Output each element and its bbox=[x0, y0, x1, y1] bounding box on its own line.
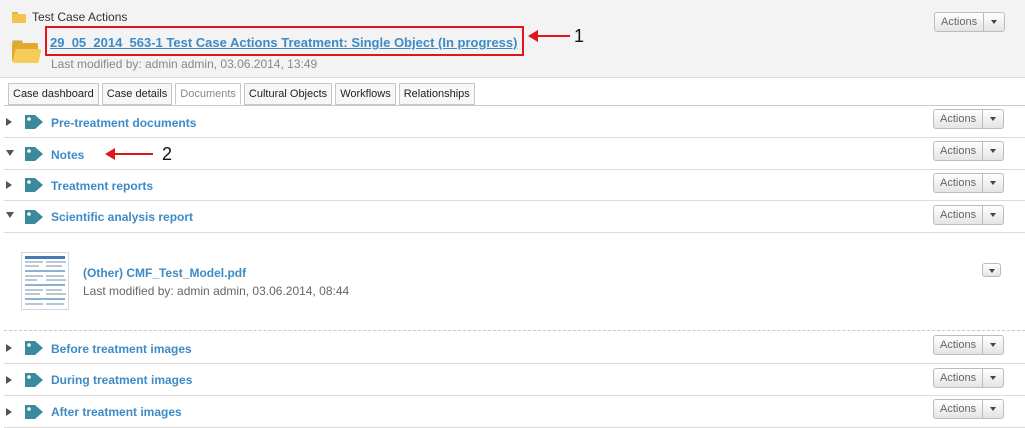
section-actions-button[interactable]: Actions bbox=[933, 173, 1005, 193]
case-title-link[interactable]: 29_05_2014_563-1 Test Case Actions Treat… bbox=[50, 35, 517, 50]
dropdown-caret-icon[interactable] bbox=[983, 174, 1003, 192]
annotation-arrow-1 bbox=[528, 30, 570, 42]
section-label[interactable]: Notes bbox=[51, 148, 84, 162]
actions-label: Actions bbox=[934, 369, 984, 387]
case-tabs: Case dashboard Case details Documents Cu… bbox=[8, 83, 475, 105]
actions-label: Actions bbox=[934, 174, 984, 192]
tab-workflows[interactable]: Workflows bbox=[335, 83, 396, 105]
case-header: Test Case Actions 29_05_2014_563-1 Test … bbox=[0, 0, 1025, 78]
section-actions-button[interactable]: Actions bbox=[933, 205, 1005, 225]
tag-icon bbox=[24, 340, 44, 356]
tab-cultural-objects[interactable]: Cultural Objects bbox=[243, 83, 333, 105]
actions-label: Actions bbox=[934, 110, 984, 128]
case-last-modified: Last modified by: admin admin, 03.06.201… bbox=[51, 57, 318, 71]
annotation-number-1: 1 bbox=[574, 26, 585, 46]
section-row-during-treatment-images[interactable]: During treatment images Actions bbox=[4, 364, 1025, 396]
tag-icon bbox=[24, 177, 44, 193]
expand-arrow-icon[interactable] bbox=[6, 408, 12, 416]
breadcrumb: Test Case Actions bbox=[12, 10, 127, 24]
tab-relationships[interactable]: Relationships bbox=[398, 83, 475, 105]
breadcrumb-label[interactable]: Test Case Actions bbox=[32, 10, 127, 24]
section-label[interactable]: After treatment images bbox=[51, 405, 182, 419]
tab-documents[interactable]: Documents bbox=[175, 83, 241, 105]
section-actions-button[interactable]: Actions bbox=[933, 335, 1005, 355]
tag-icon bbox=[24, 209, 44, 225]
document-dropdown-button[interactable] bbox=[982, 263, 1001, 277]
dropdown-caret-icon[interactable] bbox=[983, 206, 1003, 224]
folder-icon bbox=[12, 11, 26, 23]
dropdown-caret-icon[interactable] bbox=[984, 13, 1004, 31]
tab-case-details[interactable]: Case details bbox=[101, 83, 173, 105]
tag-icon bbox=[24, 404, 44, 420]
expand-arrow-icon[interactable] bbox=[6, 344, 12, 352]
tag-icon bbox=[24, 114, 44, 130]
section-label[interactable]: Pre-treatment documents bbox=[51, 116, 196, 130]
section-actions-button[interactable]: Actions bbox=[933, 368, 1005, 388]
section-row-scientific-analysis-report[interactable]: Scientific analysis report Actions bbox=[4, 201, 1025, 233]
tag-icon bbox=[24, 372, 44, 388]
collapse-arrow-icon[interactable] bbox=[6, 212, 14, 218]
section-row-treatment-reports[interactable]: Treatment reports Actions bbox=[4, 170, 1025, 201]
tab-case-dashboard[interactable]: Case dashboard bbox=[8, 83, 99, 105]
expand-arrow-icon[interactable] bbox=[6, 376, 12, 384]
document-last-modified: Last modified by: admin admin, 03.06.201… bbox=[83, 284, 350, 298]
dropdown-caret-icon[interactable] bbox=[983, 336, 1003, 354]
document-link[interactable]: (Other) CMF_Test_Model.pdf bbox=[83, 266, 246, 280]
section-row-before-treatment-images[interactable]: Before treatment images Actions bbox=[4, 332, 1025, 364]
expand-arrow-icon[interactable] bbox=[6, 181, 12, 189]
section-label[interactable]: Before treatment images bbox=[51, 342, 192, 356]
dropdown-caret-icon[interactable] bbox=[983, 400, 1003, 418]
actions-label: Actions bbox=[934, 400, 984, 418]
dropdown-caret-icon[interactable] bbox=[983, 142, 1003, 160]
dropdown-caret-icon[interactable] bbox=[983, 369, 1003, 387]
dropdown-caret-icon[interactable] bbox=[983, 110, 1003, 128]
section-actions-button[interactable]: Actions bbox=[933, 141, 1005, 161]
actions-label: Actions bbox=[935, 13, 985, 31]
case-actions-button[interactable]: Actions bbox=[934, 12, 1006, 32]
annotation-number-2: 2 bbox=[162, 144, 173, 164]
section-row-after-treatment-images[interactable]: After treatment images Actions bbox=[4, 396, 1025, 428]
section-label[interactable]: During treatment images bbox=[51, 373, 192, 387]
section-actions-button[interactable]: Actions bbox=[933, 399, 1005, 419]
section-row-pre-treatment-documents[interactable]: Pre-treatment documents Actions bbox=[4, 106, 1025, 138]
section-label[interactable]: Scientific analysis report bbox=[51, 210, 193, 224]
actions-label: Actions bbox=[934, 142, 984, 160]
expand-arrow-icon[interactable] bbox=[6, 118, 12, 126]
annotation-arrow-2 bbox=[105, 148, 153, 160]
collapse-arrow-icon[interactable] bbox=[6, 150, 14, 156]
section-row-notes[interactable]: Notes Actions bbox=[4, 138, 1025, 170]
actions-label: Actions bbox=[934, 206, 984, 224]
case-folder-icon bbox=[12, 40, 42, 64]
section-actions-button[interactable]: Actions bbox=[933, 109, 1005, 129]
actions-label: Actions bbox=[934, 336, 984, 354]
tag-icon bbox=[24, 146, 44, 162]
section-label[interactable]: Treatment reports bbox=[51, 179, 153, 193]
pdf-thumbnail[interactable] bbox=[21, 252, 69, 310]
document-item: (Other) CMF_Test_Model.pdf Last modified… bbox=[4, 233, 1025, 331]
